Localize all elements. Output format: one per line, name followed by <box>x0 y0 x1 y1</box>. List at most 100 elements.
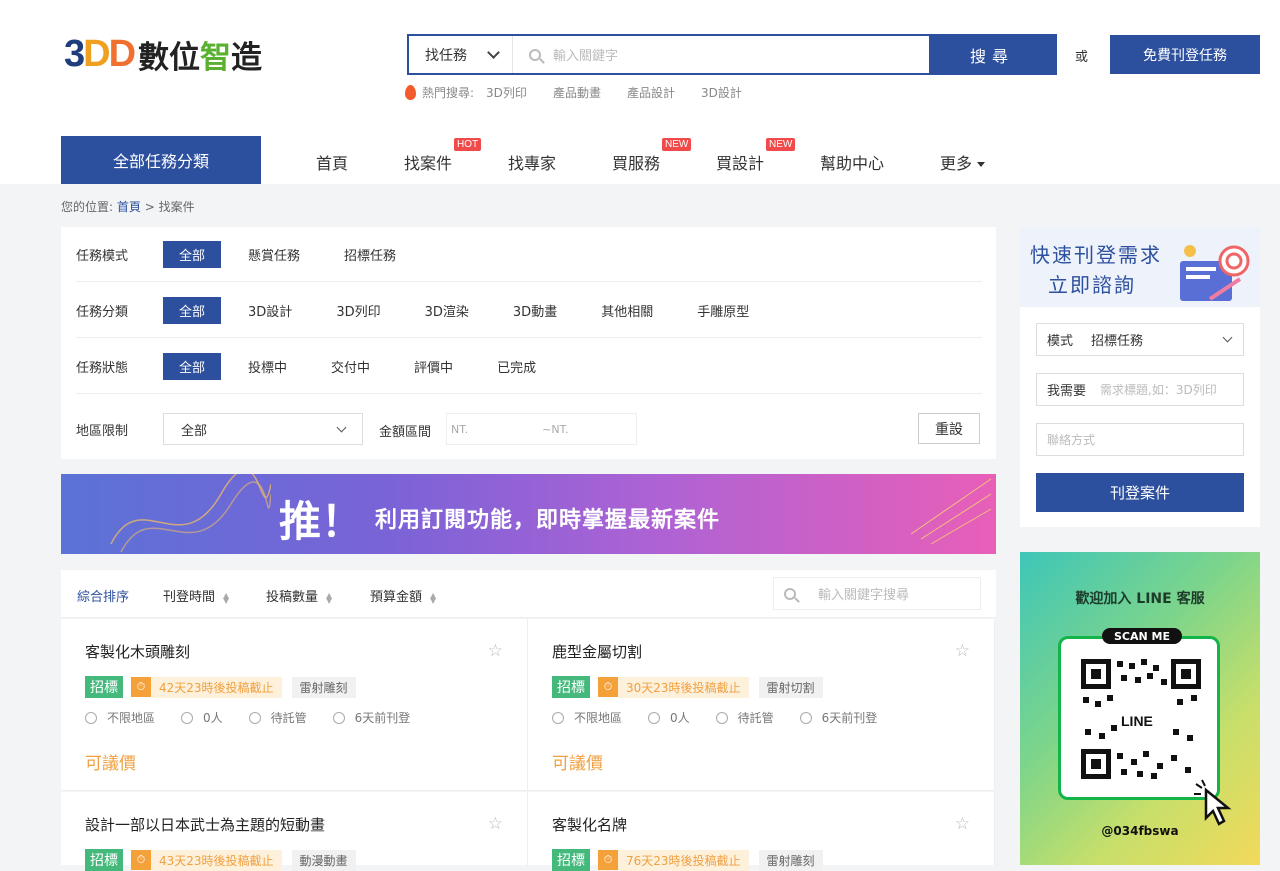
pointer-cursor-icon <box>1194 779 1232 826</box>
deadline-badge: 30天23時後投稿截止 <box>618 676 749 698</box>
sort-overall[interactable]: 綜合排序 <box>77 586 129 605</box>
task-title[interactable]: 鹿型金屬切割 <box>552 641 642 662</box>
location-icon <box>552 711 564 724</box>
task-title[interactable]: 客製化名牌 <box>552 814 627 835</box>
quick-post-form: 快速刊登需求 立即諮詢 模式 招標任務 我需要 需求標題,如：3D列印 聯絡方式… <box>1020 227 1260 527</box>
mode-select[interactable]: 模式 招標任務 <box>1036 323 1244 356</box>
type-badge: 招標 <box>552 849 590 871</box>
post-case-button[interactable]: 刊登案件 <box>1036 473 1244 512</box>
filter-option[interactable]: 全部 <box>163 240 222 268</box>
filter-option[interactable]: 投標中 <box>248 353 287 380</box>
filter-option[interactable]: 交付中 <box>331 353 370 380</box>
nav-item-buy-designs[interactable]: 買設計 NEW <box>716 138 796 174</box>
filter-option[interactable]: 全部 <box>163 352 222 380</box>
search-type-select[interactable]: 找任務 <box>409 36 513 73</box>
search-input[interactable]: 輸入關鍵字 <box>513 36 929 73</box>
star-icon[interactable]: ☆ <box>488 814 503 834</box>
need-title-input[interactable]: 我需要 需求標題,如：3D列印 <box>1036 373 1244 406</box>
nav-item-buy-services[interactable]: 買服務 NEW <box>612 138 692 174</box>
star-icon[interactable]: ☆ <box>488 641 503 661</box>
site-logo[interactable]: 3DD 數位智造 <box>64 33 262 76</box>
nav-item-home[interactable]: 首頁 <box>316 150 348 174</box>
star-icon[interactable]: ☆ <box>955 641 970 661</box>
task-title[interactable]: 客製化木頭雕刻 <box>85 641 190 662</box>
filter-option[interactable]: 招標任務 <box>344 241 396 268</box>
caret-down-icon <box>977 162 986 167</box>
task-price: 可議價 <box>85 754 136 774</box>
task-card[interactable]: 設計一部以日本武士為主題的短動畫 ☆ 招標 ⏱ 43天23時後投稿截止 動漫動畫 <box>61 792 528 871</box>
line-handle: @034fbswa <box>1101 824 1179 838</box>
flame-icon <box>405 85 416 100</box>
deadline-badge: 42天23時後投稿截止 <box>151 676 282 698</box>
task-card[interactable]: 客製化名牌 ☆ 招標 ⏱ 76天23時後投稿截止 雷射雕刻 <box>528 792 995 871</box>
breadcrumb: 您的位置: 首頁 > 找案件 <box>61 200 195 214</box>
type-badge: 招標 <box>85 676 123 698</box>
decorative-lines <box>110 474 271 553</box>
region-label: 地區限制 <box>76 424 129 439</box>
all-categories-button[interactable]: 全部任務分類 <box>61 136 261 184</box>
hot-keyword[interactable]: 產品設計 <box>627 84 675 101</box>
chevron-down-icon <box>336 422 347 433</box>
category-badge: 動漫動畫 <box>291 849 356 871</box>
site-header: 3DD 數位智造 找任務 輸入關鍵字 搜尋 或 免費刊登任務 熱門搜尋: 3D列… <box>0 0 1280 184</box>
nav-item-help[interactable]: 幫助中心 <box>820 150 884 174</box>
hot-keyword[interactable]: 3D列印 <box>486 84 527 101</box>
subscribe-banner[interactable]: 推！ 利用訂閱功能，即時掌握最新案件 <box>61 474 996 554</box>
nav-item-more[interactable]: 更多 <box>940 150 986 174</box>
scan-me-label: SCAN ME <box>1102 628 1182 644</box>
reset-button[interactable]: 重設 <box>918 413 980 444</box>
chevron-down-icon <box>487 46 500 59</box>
filter-option[interactable]: 手雕原型 <box>697 297 749 324</box>
new-badge: NEW <box>662 138 692 151</box>
task-card[interactable]: 鹿型金屬切割 ☆ 招標 ⏱ 30天23時後投稿截止 雷射切割 不限地區 0人 待… <box>528 619 995 791</box>
deadline-badge: 43天23時後投稿截止 <box>151 849 282 871</box>
category-badge: 雷射雕刻 <box>291 676 356 698</box>
amount-range-input[interactable]: NT. ~NT. <box>446 413 637 445</box>
post-task-button[interactable]: 免費刊登任務 <box>1110 35 1260 74</box>
type-badge: 招標 <box>85 849 123 871</box>
sort-arrows-icon: ▲ ▼ <box>223 590 230 605</box>
contact-input[interactable]: 聯絡方式 <box>1036 423 1244 456</box>
star-icon[interactable]: ☆ <box>955 814 970 834</box>
filter-option[interactable]: 3D動畫 <box>513 297 557 324</box>
hot-keyword[interactable]: 產品動畫 <box>553 84 601 101</box>
qr-code: LINE <box>1058 636 1220 800</box>
list-search-input[interactable]: 輸入關鍵字搜尋 <box>773 577 981 610</box>
deadline-badge: 76天23時後投稿截止 <box>618 849 749 871</box>
filter-option[interactable]: 全部 <box>163 296 222 324</box>
or-label: 或 <box>1075 50 1089 65</box>
clipboard-target-illustration <box>1180 245 1250 301</box>
task-price: 可議價 <box>552 754 603 774</box>
filter-option[interactable]: 其他相關 <box>601 297 653 324</box>
search-icon <box>784 587 796 600</box>
search-button[interactable]: 搜尋 <box>929 36 1055 73</box>
region-select[interactable]: 全部 <box>163 413 363 445</box>
nav-item-find-cases[interactable]: 找案件 HOT <box>404 138 482 174</box>
filter-option[interactable]: 評價中 <box>414 353 453 380</box>
escrow-icon <box>248 711 261 724</box>
clock-icon <box>332 711 345 724</box>
sort-by-budget[interactable]: 預算金額 ▲ ▼ <box>370 586 436 605</box>
sort-bar: 綜合排序 刊登時間 ▲ ▼ 投稿數量 ▲ ▼ 預算金額 ▲ ▼ 輸入關鍵字搜尋 <box>61 570 996 618</box>
task-title[interactable]: 設計一部以日本武士為主題的短動畫 <box>85 814 325 835</box>
breadcrumb-home[interactable]: 首頁 <box>117 200 141 214</box>
qr-line-label: LINE <box>1121 713 1153 729</box>
filter-option[interactable]: 已完成 <box>497 353 536 380</box>
line-service-ad[interactable]: 歡迎加入 LINE 客服 LINE SCAN ME @034fbswa <box>1020 552 1260 865</box>
filter-option[interactable]: 3D設計 <box>248 297 292 324</box>
hot-keyword[interactable]: 3D設計 <box>701 84 742 101</box>
filter-row-status: 任務狀態 全部 投標中 交付中 評價中 已完成 <box>76 339 982 394</box>
main-nav: 全部任務分類 首頁 找案件 HOT 找專家 買服務 NEW 買設計 NEW 幫助中心 … <box>0 136 1280 184</box>
category-badge: 雷射雕刻 <box>758 849 823 871</box>
category-badge: 雷射切割 <box>758 676 823 698</box>
sort-by-submissions[interactable]: 投稿數量 ▲ ▼ <box>266 586 332 605</box>
hot-badge: HOT <box>454 138 482 151</box>
filter-option[interactable]: 3D渲染 <box>425 297 469 324</box>
nav-item-find-experts[interactable]: 找專家 <box>508 150 556 174</box>
escrow-icon <box>715 711 728 724</box>
task-card[interactable]: 客製化木頭雕刻 ☆ 招標 ⏱ 42天23時後投稿截止 雷射雕刻 不限地區 0人 … <box>61 619 528 791</box>
sort-arrows-icon: ▲ ▼ <box>430 590 437 605</box>
sort-by-time[interactable]: 刊登時間 ▲ ▼ <box>163 586 229 605</box>
filter-option[interactable]: 懸賞任務 <box>248 241 300 268</box>
filter-option[interactable]: 3D列印 <box>336 297 380 324</box>
